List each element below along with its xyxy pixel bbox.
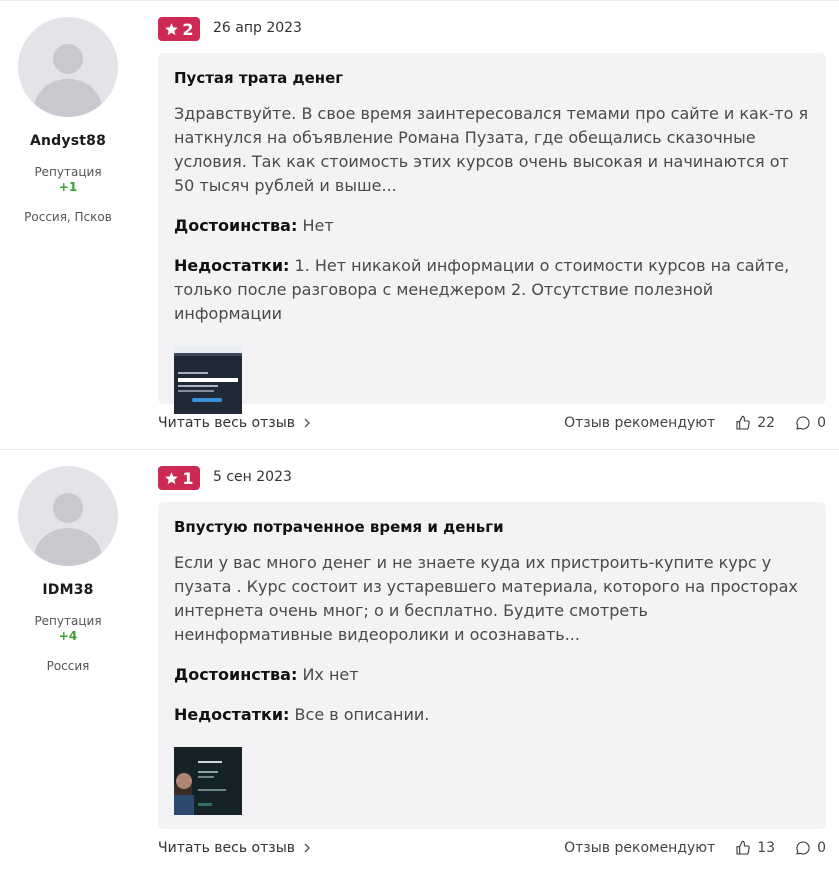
screenshot-thumbnail-icon	[174, 747, 242, 815]
rating-badge: 2	[158, 17, 200, 41]
review-cons: Недостатки: Все в описании.	[174, 703, 810, 727]
reputation-label: Репутация	[34, 165, 102, 179]
thumbs-up-icon[interactable]	[735, 415, 751, 431]
review-date: 26 апр 2023	[213, 20, 302, 36]
review-title[interactable]: Пустая трата денег	[174, 69, 810, 87]
pros-label: Достоинства:	[174, 216, 298, 235]
reputation-label: Репутация	[34, 614, 102, 628]
rating-value: 1	[182, 468, 194, 488]
cons-label: Недостатки:	[174, 256, 290, 275]
screenshot-thumbnail-icon	[174, 346, 242, 414]
cons-value: Все в описании.	[294, 705, 430, 724]
author-name[interactable]: IDM38	[0, 582, 136, 598]
avatar[interactable]	[18, 17, 118, 117]
avatar-placeholder-icon	[53, 44, 83, 74]
review-date: 5 сен 2023	[213, 469, 292, 485]
recommend-label: Отзыв рекомендуют	[564, 840, 716, 856]
recommend-block: Отзыв рекомендуют 13 0	[564, 840, 826, 856]
recommend-label: Отзыв рекомендуют	[564, 415, 716, 431]
top-divider	[0, 0, 839, 1]
comment-icon[interactable]	[795, 415, 811, 431]
recommend-block: Отзыв рекомендуют 22 0	[564, 415, 826, 431]
star-icon	[165, 22, 179, 35]
likes-count: 13	[757, 840, 776, 856]
review-footer: Читать весь отзыв Отзыв рекомендуют 13 0	[158, 840, 826, 860]
chevron-right-icon	[304, 843, 311, 853]
author-name[interactable]: Andyst88	[0, 133, 136, 149]
review-divider	[0, 449, 839, 450]
reputation-value: +4	[58, 629, 78, 643]
review-thumbnail[interactable]	[174, 747, 242, 815]
read-more-link[interactable]: Читать весь отзыв	[158, 415, 311, 431]
review-text: Здравствуйте. В свое время заинтересовал…	[174, 104, 809, 195]
review-pros: Достоинства: Нет	[174, 214, 810, 238]
pros-value: Их нет	[302, 665, 359, 684]
avatar-placeholder-icon	[53, 493, 83, 523]
thumbs-up-icon[interactable]	[735, 840, 751, 856]
review-card[interactable]: Впустую потраченное время и деньги Если …	[158, 502, 826, 829]
review-pros: Достоинства: Их нет	[174, 663, 810, 687]
review-footer: Читать весь отзыв Отзыв рекомендуют 22 0	[158, 415, 826, 435]
avatar[interactable]	[18, 466, 118, 566]
read-more-link[interactable]: Читать весь отзыв	[158, 840, 311, 856]
read-more-label: Читать весь отзыв	[158, 415, 296, 431]
comments-count: 0	[817, 415, 826, 431]
author-location: Россия, Псков	[24, 210, 112, 224]
review-author: Andyst88 Репутация +1 Россия, Псков	[0, 17, 136, 224]
read-more-label: Читать весь отзыв	[158, 840, 296, 856]
reputation-value: +1	[58, 180, 78, 194]
comment-icon[interactable]	[795, 840, 811, 856]
cons-label: Недостатки:	[174, 705, 290, 724]
author-location: Россия	[46, 659, 90, 673]
rating-badge: 1	[158, 466, 200, 490]
star-icon	[165, 471, 179, 484]
review-author: IDM38 Репутация +4 Россия	[0, 466, 136, 673]
likes-count: 22	[757, 415, 776, 431]
rating-value: 2	[182, 19, 194, 39]
review-text: Если у вас много денег и не знаете куда …	[174, 553, 798, 644]
comments-count: 0	[817, 840, 826, 856]
pros-value: Нет	[302, 216, 334, 235]
pros-label: Достоинства:	[174, 665, 298, 684]
review-title[interactable]: Впустую потраченное время и деньги	[174, 518, 810, 536]
review-cons: Недостатки: 1. Нет никакой информации о …	[174, 254, 810, 326]
review-card[interactable]: Пустая трата денег Здравствуйте. В свое …	[158, 53, 826, 414]
chevron-right-icon	[304, 418, 311, 428]
review-thumbnail[interactable]	[174, 346, 242, 414]
